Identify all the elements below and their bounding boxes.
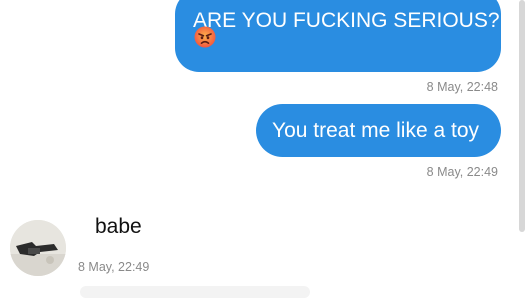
message-text: ARE YOU FUCKING SERIOUS? [193,9,500,32]
message-text: You treat me like a toy [272,119,480,142]
avatar[interactable] [10,220,66,276]
next-message-partial [80,286,310,298]
angry-face-icon [194,26,216,48]
message-bubble-outgoing[interactable]: You treat me like a toy [256,104,501,157]
message-bubble-outgoing[interactable]: ARE YOU FUCKING SERIOUS? [175,0,501,72]
scrollbar[interactable] [519,0,525,232]
message-timestamp: 8 May, 22:49 [426,165,498,179]
message-timestamp: 8 May, 22:49 [78,260,150,274]
message-timestamp: 8 May, 22:48 [426,80,498,94]
message-text: babe [95,215,142,238]
chat-thread: ARE YOU FUCKING SERIOUS? 8 May, 22:48 Yo… [0,0,526,298]
message-bubble-incoming[interactable]: babe [79,204,169,248]
